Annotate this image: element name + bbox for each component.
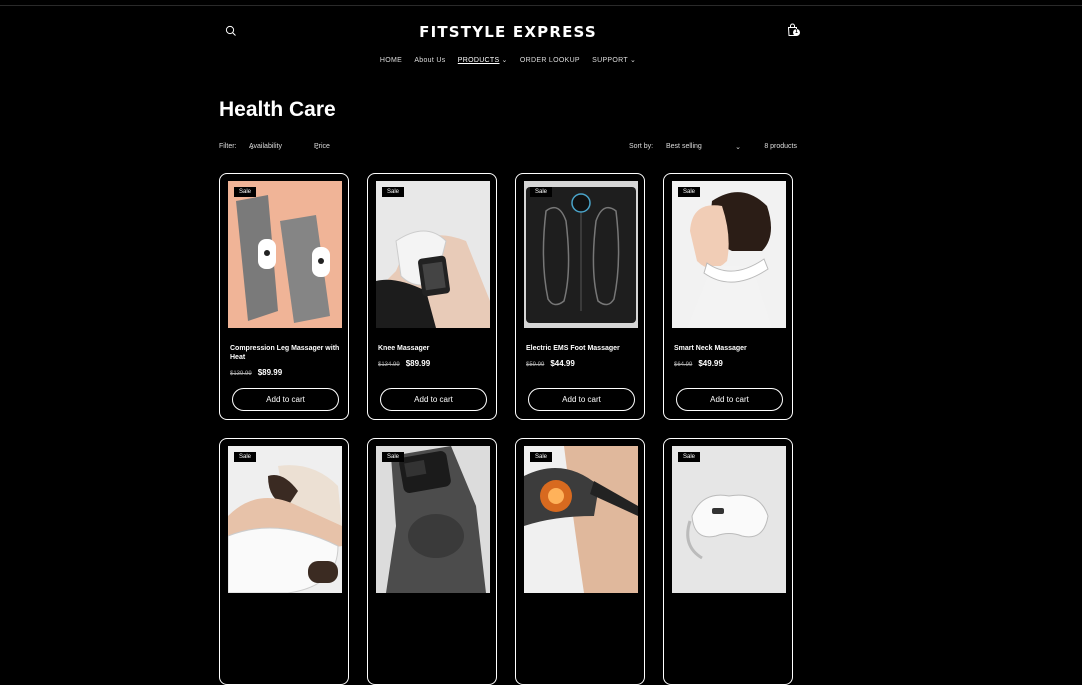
old-price: $64.99 (674, 362, 693, 368)
sale-badge: Sale (678, 187, 701, 197)
sale-price: $44.99 (550, 359, 575, 368)
knee-wrap-massager-image (376, 446, 490, 593)
product-image[interactable]: Sale (524, 181, 638, 328)
shoulder-massager-image (524, 446, 638, 593)
sort-label: Sort by: (629, 143, 654, 150)
hand-massager-image (228, 446, 342, 593)
nav-label: PRODUCTS (457, 57, 500, 64)
product-prices: $64.99 $49.99 (674, 359, 723, 368)
sort-value: Best selling (666, 143, 702, 150)
product-image[interactable]: Sale (672, 446, 786, 593)
brand-logo[interactable]: FITSTYLE EXPRESS (219, 23, 797, 41)
product-title[interactable]: Smart Neck Massager (674, 344, 786, 353)
product-prices: $134.99 $89.99 (378, 359, 430, 368)
sale-badge: Sale (678, 452, 701, 462)
product-title[interactable]: Electric EMS Foot Massager (526, 344, 638, 353)
sale-badge: Sale (234, 452, 257, 462)
product-prices: $139.99 $89.99 (230, 368, 282, 377)
product-card[interactable]: Sale (367, 438, 497, 685)
knee-massager-image (376, 181, 490, 328)
site-header: FITSTYLE EXPRESS 1 HOME About Us PRODUCT… (219, 0, 800, 64)
product-image[interactable]: Sale (228, 446, 342, 593)
page-container: FITSTYLE EXPRESS 1 HOME About Us PRODUCT… (219, 0, 800, 685)
add-to-cart-button[interactable]: Add to cart (380, 388, 487, 411)
product-image[interactable]: Sale (376, 446, 490, 593)
product-count: 8 products (764, 143, 797, 150)
chevron-down-icon: ⌄ (314, 144, 320, 151)
sale-badge: Sale (530, 187, 553, 197)
chevron-down-icon: ⌄ (249, 144, 255, 151)
nav-label: About Us (414, 57, 446, 64)
chevron-down-icon: ⌄ (735, 144, 741, 151)
product-title[interactable]: Compression Leg Massager with Heat (230, 344, 342, 362)
product-card[interactable]: Sale (515, 438, 645, 685)
add-to-cart-button[interactable]: Add to cart (676, 388, 783, 411)
sale-price: $89.99 (257, 368, 283, 377)
old-price: $59.99 (526, 362, 545, 368)
nav-products[interactable]: PRODUCTS ⌄ (458, 56, 508, 64)
product-card[interactable]: Sale Smart Neck Massager $64.99 $49.99 Ad… (663, 173, 793, 420)
product-image[interactable]: Sale (376, 181, 490, 328)
product-card[interactable]: Sale Compression Leg Massager with Heat … (219, 173, 349, 420)
sale-badge: Sale (382, 187, 405, 197)
nav-about-us[interactable]: About Us (414, 57, 445, 64)
cart-count-badge: 1 (793, 29, 800, 36)
product-image[interactable]: Sale (228, 181, 342, 328)
nav-home[interactable]: HOME (380, 57, 402, 64)
main-nav: HOME About Us PRODUCTS ⌄ ORDER LOOKUP SUP… (219, 56, 797, 64)
product-image[interactable]: Sale (672, 181, 786, 328)
eye-massager-image (672, 446, 786, 593)
sale-badge: Sale (530, 452, 553, 462)
nav-label: ORDER LOOKUP (519, 57, 580, 64)
product-image[interactable]: Sale (524, 446, 638, 593)
nav-label: SUPPORT (592, 57, 628, 64)
old-price: $139.99 (230, 371, 252, 377)
add-to-cart-button[interactable]: Add to cart (528, 388, 635, 411)
add-to-cart-button[interactable]: Add to cart (232, 388, 339, 411)
sale-badge: Sale (234, 187, 257, 197)
product-prices: $59.99 $44.99 (526, 359, 575, 368)
sale-badge: Sale (382, 452, 405, 462)
product-title[interactable]: Knee Massager (378, 344, 490, 353)
sale-price: $49.99 (698, 359, 723, 368)
nav-label: HOME (379, 57, 403, 64)
product-card[interactable]: Sale Knee Massager $134.99 $89.99 Add to … (367, 173, 497, 420)
filter-label: Filter: (219, 143, 237, 150)
page-title: Health Care (219, 98, 336, 121)
nav-support[interactable]: SUPPORT ⌄ (592, 56, 636, 64)
product-card[interactable]: Sale Electric EMS Foot Massager $59.99 $4… (515, 173, 645, 420)
sale-price: $89.99 (405, 359, 431, 368)
chevron-down-icon: ⌄ (629, 57, 637, 64)
neck-massager-image (672, 181, 786, 328)
leg-massager-image (228, 181, 342, 328)
foot-massager-image (524, 181, 638, 328)
product-card[interactable]: Sale (219, 438, 349, 685)
chevron-down-icon: ⌄ (501, 57, 508, 64)
old-price: $134.99 (378, 362, 400, 368)
nav-order-lookup[interactable]: ORDER LOOKUP (520, 57, 580, 64)
product-card[interactable]: Sale (663, 438, 793, 685)
